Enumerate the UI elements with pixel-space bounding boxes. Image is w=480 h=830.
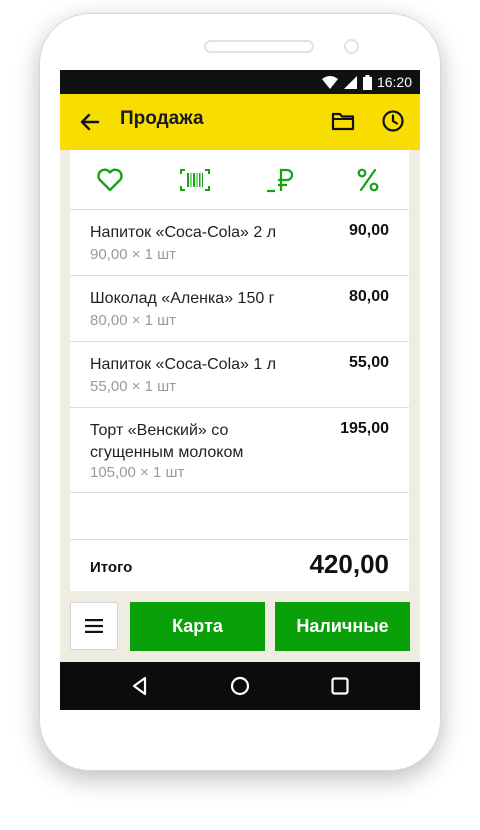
item-detail: 80,00 × 1 шт xyxy=(90,312,177,329)
back-arrow-icon[interactable] xyxy=(76,108,104,136)
status-bar: 16:20 xyxy=(60,70,420,94)
hamburger-menu-icon xyxy=(85,619,103,633)
speaker xyxy=(204,40,314,53)
item-price: 90,00 xyxy=(348,222,389,239)
folder-icon[interactable] xyxy=(330,108,356,134)
pay-cash-button[interactable]: Наличные xyxy=(275,602,410,651)
item-detail: 55,00 × 1 шт xyxy=(90,378,177,395)
barcode-icon[interactable] xyxy=(179,164,211,196)
signal-icon xyxy=(344,76,357,89)
list-item[interactable]: Напиток «Coca-Cola» 2 л 90,00 × 1 шт 90,… xyxy=(70,210,409,276)
item-name: Напиток «Coca-Cola» 2 л xyxy=(90,224,277,241)
total-value: 420,00 xyxy=(309,549,389,579)
item-price: 195,00 xyxy=(340,420,389,437)
receipt-card: Напиток «Coca-Cola» 2 л 90,00 × 1 шт 90,… xyxy=(70,150,409,591)
pay-card-button[interactable]: Карта xyxy=(130,602,265,651)
history-clock-icon[interactable] xyxy=(380,108,406,134)
nav-home-icon[interactable] xyxy=(228,674,252,698)
heart-icon[interactable] xyxy=(94,164,126,196)
wifi-icon xyxy=(322,76,338,89)
page-title: Продажа xyxy=(120,108,204,129)
item-name: Напиток «Coca-Cola» 1 л xyxy=(90,356,277,373)
action-toolbar xyxy=(70,150,409,210)
percent-icon[interactable] xyxy=(352,164,384,196)
menu-button[interactable] xyxy=(70,602,118,650)
total-row: Итого 420,00 xyxy=(70,539,409,592)
item-detail: 105,00 × 1 шт xyxy=(90,464,185,481)
battery-icon xyxy=(363,75,372,90)
front-camera xyxy=(344,39,359,54)
list-item[interactable]: Напиток «Coca-Cola» 1 л 55,00 × 1 шт 55,… xyxy=(70,342,409,408)
list-item[interactable]: Торт «Венский» со сгущенным молоком 105,… xyxy=(70,408,409,493)
item-detail: 90,00 × 1 шт xyxy=(90,246,177,263)
ruble-icon[interactable] xyxy=(266,164,298,196)
app-bar: Продажа xyxy=(60,94,420,150)
item-name: Торт «Венский» со сгущенным молоком xyxy=(90,422,244,461)
app-screen: 16:20 Продажа Напиток «Coca-Cola» 2 л 90… xyxy=(60,70,420,710)
list-item[interactable]: Шоколад «Аленка» 150 г 80,00 × 1 шт 80,0… xyxy=(70,276,409,342)
nav-back-icon[interactable] xyxy=(128,674,152,698)
system-nav-bar xyxy=(60,662,420,710)
item-price: 80,00 xyxy=(348,288,389,305)
nav-recents-icon[interactable] xyxy=(328,674,352,698)
item-name: Шоколад «Аленка» 150 г xyxy=(90,290,275,307)
total-label: Итого xyxy=(90,559,133,576)
item-price: 55,00 xyxy=(348,354,389,371)
status-time: 16:20 xyxy=(376,74,412,90)
